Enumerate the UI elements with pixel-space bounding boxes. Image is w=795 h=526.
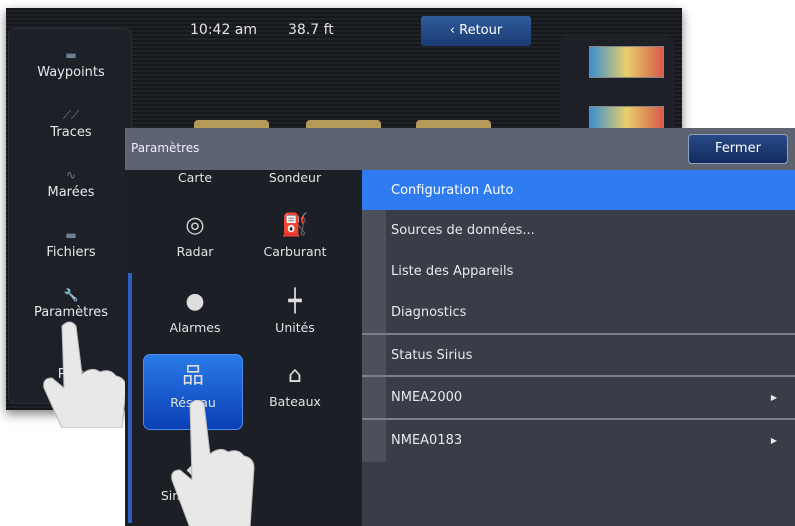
label: Waypoints <box>37 65 105 80</box>
sidebar-item-waypoints[interactable]: ▬ Waypoints <box>9 49 133 80</box>
label: Sources de données... <box>391 222 535 238</box>
waypoint-icon: ▬ <box>65 48 77 62</box>
menu-item-liste-appareils[interactable]: Liste des Appareils <box>362 250 795 292</box>
label: NMEA2000 <box>391 390 463 405</box>
sidebar-item-marees[interactable]: ∿ Marées <box>9 169 133 200</box>
menu-item-configuration-auto[interactable]: Configuration Auto <box>362 170 795 210</box>
menu-item-sources[interactable]: Sources de données... <box>362 210 795 250</box>
label: Diagnostics <box>391 305 467 320</box>
sidebar-item-fichiers[interactable]: ▬ Fichiers <box>9 229 133 260</box>
menu-item-status-sirius[interactable]: Status Sirius <box>362 333 795 375</box>
alarm-bell-icon: ● <box>185 289 205 314</box>
label: Configuration Auto <box>391 182 514 198</box>
label: Carburant <box>263 244 327 259</box>
category-bateaux[interactable]: ⌂ Bateaux <box>245 362 345 409</box>
label: Unités <box>275 320 315 335</box>
fuel-pump-icon: ⛽ <box>281 213 309 238</box>
label: Traces <box>50 125 92 140</box>
thumbnail[interactable] <box>589 46 664 78</box>
category-carte[interactable]: Carte <box>145 170 245 185</box>
back-button[interactable]: ‹ Retour <box>421 16 531 46</box>
category-sondeur[interactable]: Sondeur <box>245 170 345 185</box>
depth-readout: 38.7 ft <box>288 22 334 38</box>
label: Marées <box>47 185 95 200</box>
label: Bateaux <box>269 394 321 409</box>
label: Fichiers <box>46 245 96 260</box>
label: NMEA0183 <box>391 433 463 448</box>
tide-icon: ∿ <box>65 168 77 182</box>
time-readout: 10:42 am <box>190 22 258 38</box>
menu-item-nmea0183[interactable]: NMEA0183 ▶ <box>362 418 795 461</box>
category-radar[interactable]: ◎ Radar <box>145 212 245 259</box>
dialog-header: Paramètres Fermer <box>125 128 795 170</box>
label: Radar <box>176 244 214 259</box>
category-carburant[interactable]: ⛽ Carburant <box>245 212 345 259</box>
scrollbar[interactable] <box>128 273 132 523</box>
pointing-hand-icon <box>171 400 255 526</box>
chevron-right-icon: ▶ <box>770 436 777 445</box>
label: Sondeur <box>268 170 322 185</box>
label: Alarmes <box>169 320 221 335</box>
pointing-hand-icon <box>43 321 127 428</box>
chevron-right-icon: ▶ <box>770 393 777 402</box>
radar-icon: ◎ <box>185 213 205 238</box>
label: Status Sirius <box>391 347 473 363</box>
menu-item-nmea2000[interactable]: NMEA2000 ▶ <box>362 375 795 418</box>
sidebar-item-traces[interactable]: ⟋⟋ Traces <box>9 109 133 140</box>
settings-menu: Configuration Auto Sources de données...… <box>362 170 795 526</box>
back-label: Retour <box>459 23 503 38</box>
vessels-icon: ⌂ <box>288 363 302 388</box>
units-icon: ┿ <box>288 289 302 314</box>
dialog-title: Paramètres <box>131 141 200 155</box>
trails-icon: ⟋⟋ <box>62 108 80 122</box>
category-alarmes[interactable]: ● Alarmes <box>145 288 245 335</box>
network-icon: 品 <box>181 364 204 389</box>
sidebar-item-parametres[interactable]: 🔧 Paramètres <box>9 289 133 320</box>
close-button[interactable]: Fermer <box>688 134 788 164</box>
menu-item-diagnostics[interactable]: Diagnostics <box>362 292 795 333</box>
label: Carte <box>177 170 213 185</box>
folder-icon: ▬ <box>65 228 77 242</box>
label: Liste des Appareils <box>391 263 514 279</box>
wrench-icon: 🔧 <box>63 288 79 302</box>
category-unites[interactable]: ┿ Unités <box>245 288 345 335</box>
